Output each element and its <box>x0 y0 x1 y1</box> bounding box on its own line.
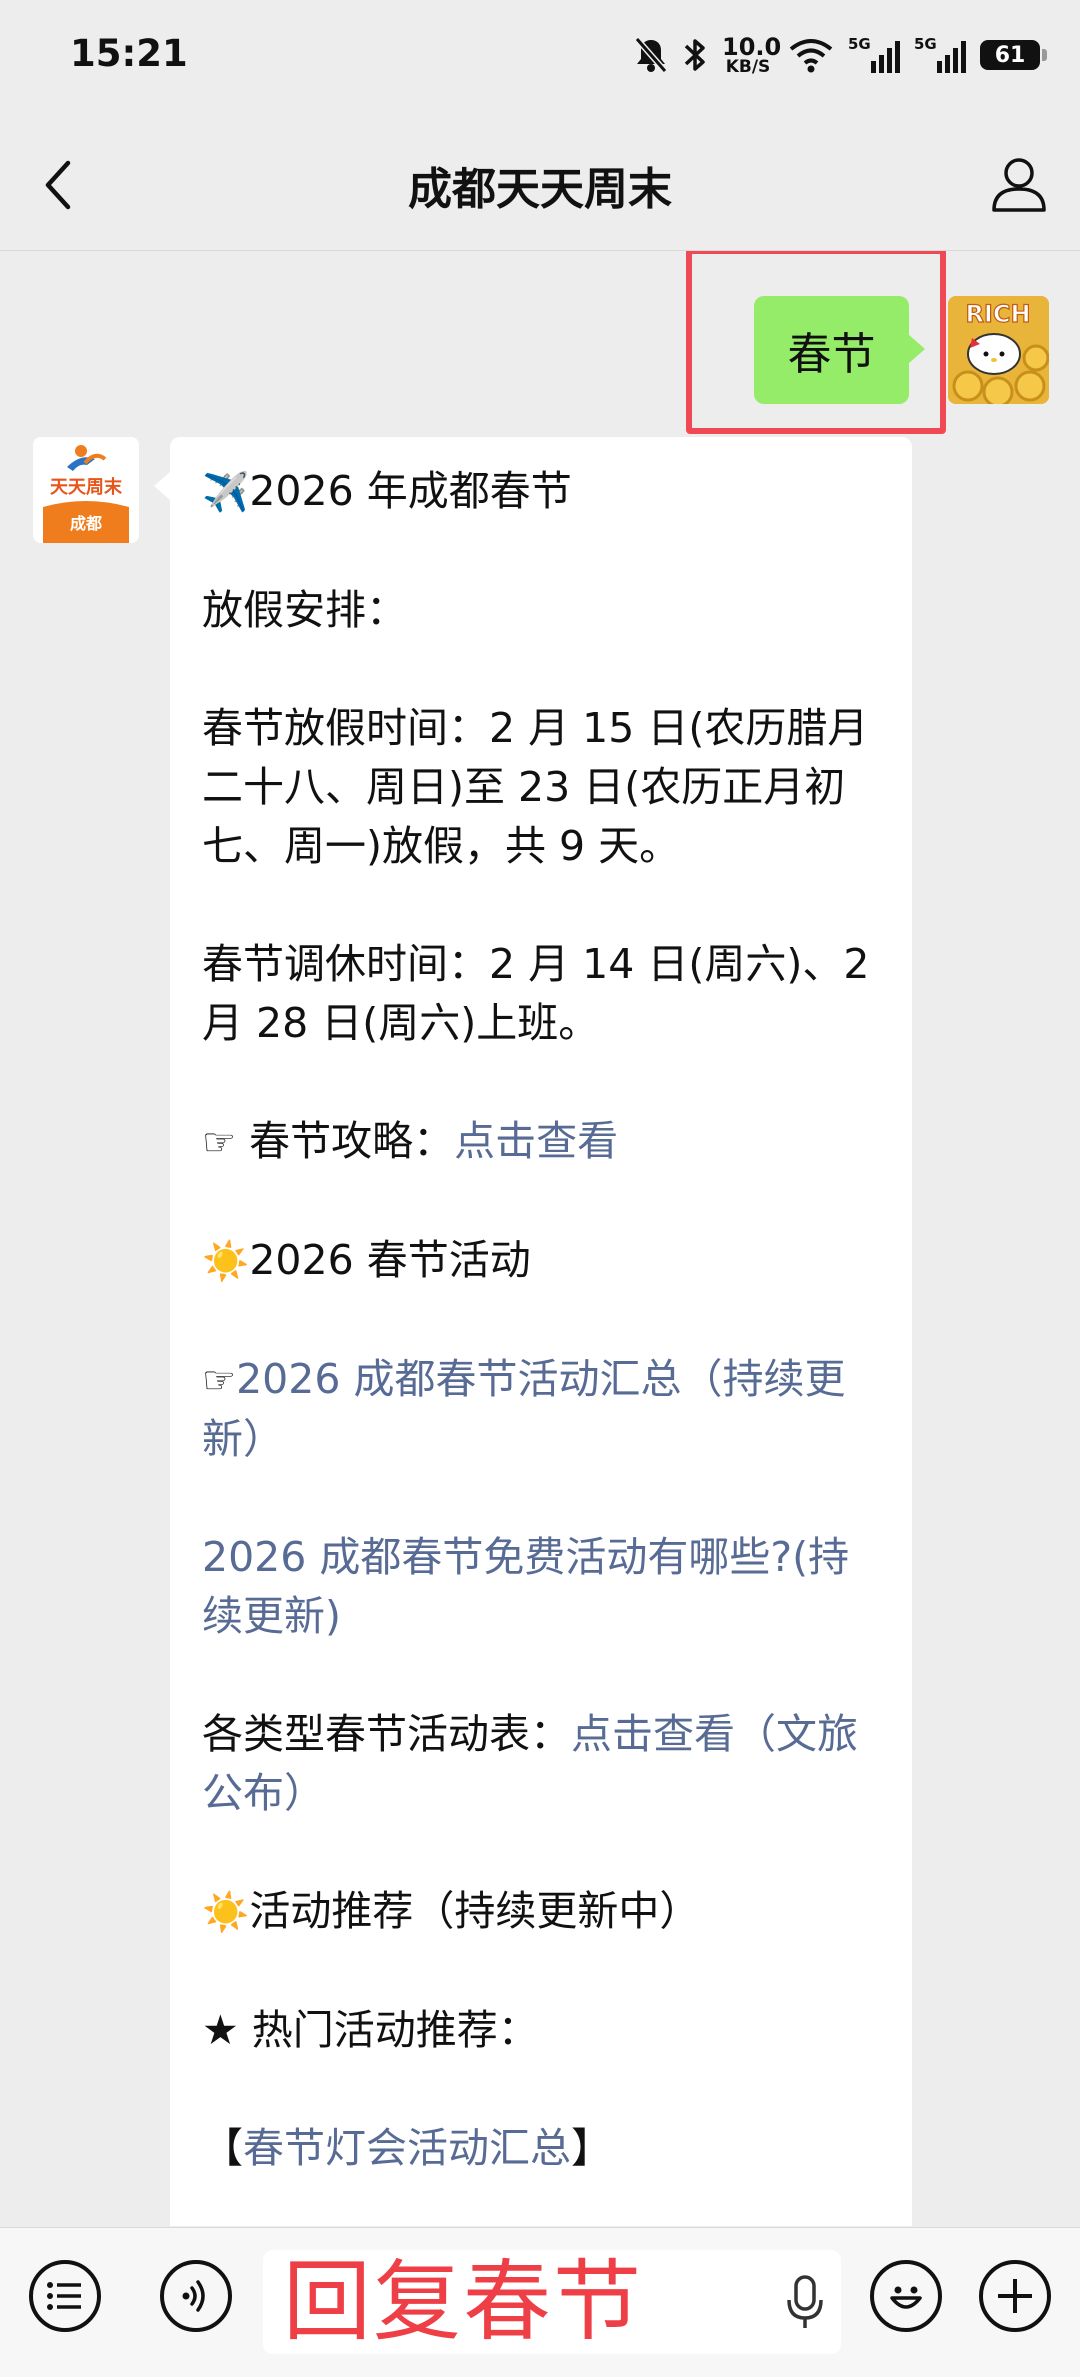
more-button[interactable] <box>979 2260 1051 2332</box>
bot-logo: 天天周末 成都 <box>33 437 139 543</box>
activities-link-1[interactable]: 2026 成都春节活动汇总（持续更新） <box>202 1355 845 1463</box>
chat-title: 成都天天周末 <box>408 164 672 215</box>
sun-icon: ☀️ <box>202 1890 250 1934</box>
lantern-line: 【春节灯会活动汇总】 <box>202 2124 612 2172</box>
status-time: 15:21 <box>70 32 188 75</box>
voice-icon <box>182 2280 205 2312</box>
guide-line: ☞ 春节攻略：点击查看 <box>202 1117 619 1165</box>
schedule-line: 各类型春节活动表：点击查看（文旅公布） <box>202 1710 858 1817</box>
cell-signal-1: 5G <box>848 35 900 75</box>
message-input-text: 回复春节 <box>283 2250 644 2353</box>
reply-message-bubble[interactable]: ✈️2026 年成都春节 放假安排： 春节放假时间：2 月 15 日(农历腊月二… <box>154 437 912 2226</box>
pointing-hand-icon: ☞ <box>202 1120 237 1164</box>
lantern-link[interactable]: 春节灯会活动汇总 <box>243 2124 571 2172</box>
person-icon <box>992 158 1046 212</box>
bluetooth-icon <box>684 39 705 71</box>
battery-indicator: 61 <box>980 40 1047 70</box>
plus-icon <box>998 2279 1032 2313</box>
recommend-heading-line: ☀️活动推荐（持续更新中） <box>202 1887 701 1935</box>
avatar-image: RICH <box>948 296 1049 404</box>
net-speed: 10.0 KB/S <box>722 32 782 77</box>
activities-link1-line: ☞2026 成都春节活动汇总（持续更新） <box>202 1350 882 1469</box>
bot-avatar[interactable]: 天天周末 成都 <box>33 437 139 543</box>
sent-message-bubble[interactable]: 春节 <box>754 296 925 404</box>
holiday-heading: 放假安排： <box>202 586 407 634</box>
chat-area[interactable]: 春节 RICH 天天周末 成都 ✈️2026 年成都春节 放假安排： 春节放假时… <box>0 251 1080 2226</box>
status-icons: 10.0 KB/S 5G 5G 61 <box>634 30 1047 80</box>
status-bar: 15:21 10.0 KB/S 5G 5G 61 <box>0 0 1080 115</box>
mute-bell-icon <box>634 37 668 73</box>
mic-icon[interactable] <box>785 2274 825 2330</box>
my-avatar[interactable]: RICH <box>948 296 1049 404</box>
workday-time: 春节调休时间：2 月 14 日(周六)、2月 28 日(周六)上班。 <box>202 940 870 1047</box>
menu-button[interactable] <box>29 2260 101 2332</box>
bot-logo-name: 天天周末 <box>50 476 123 498</box>
reply-title-line: ✈️2026 年成都春节 <box>202 467 572 515</box>
pointing-hand-icon: ☞ <box>202 1358 237 1402</box>
activities-heading-line: ☀️2026 春节活动 <box>202 1236 531 1284</box>
holiday-time: 春节放假时间：2 月 15 日(农历腊月二十八、周日)至 23 日(农历正月初七… <box>202 704 869 870</box>
input-bar: 回复春节 <box>0 2227 1080 2377</box>
emoji-icon <box>890 2286 922 2309</box>
voice-button[interactable] <box>160 2260 232 2332</box>
emoji-button[interactable] <box>870 2260 942 2332</box>
sun-icon: ☀️ <box>202 1239 250 1283</box>
activities-link-2[interactable]: 2026 成都春节免费活动有哪些?(持续更新) <box>202 1528 882 1646</box>
sent-message-text: 春节 <box>787 329 876 380</box>
avatar-rich-text: RICH <box>965 300 1030 328</box>
hot-heading: ★ 热门活动推荐： <box>202 2006 539 2054</box>
message-input[interactable]: 回复春节 <box>263 2250 841 2354</box>
bot-logo-city: 成都 <box>70 514 102 533</box>
nav-bar: 成都天天周末 <box>0 115 1080 251</box>
wifi-icon <box>789 39 833 73</box>
airplane-icon: ✈️ <box>202 470 250 514</box>
guide-link[interactable]: 点击查看 <box>454 1117 618 1165</box>
profile-button[interactable] <box>986 151 1052 217</box>
cell-signal-2: 5G <box>914 35 966 75</box>
list-icon <box>47 2282 81 2310</box>
